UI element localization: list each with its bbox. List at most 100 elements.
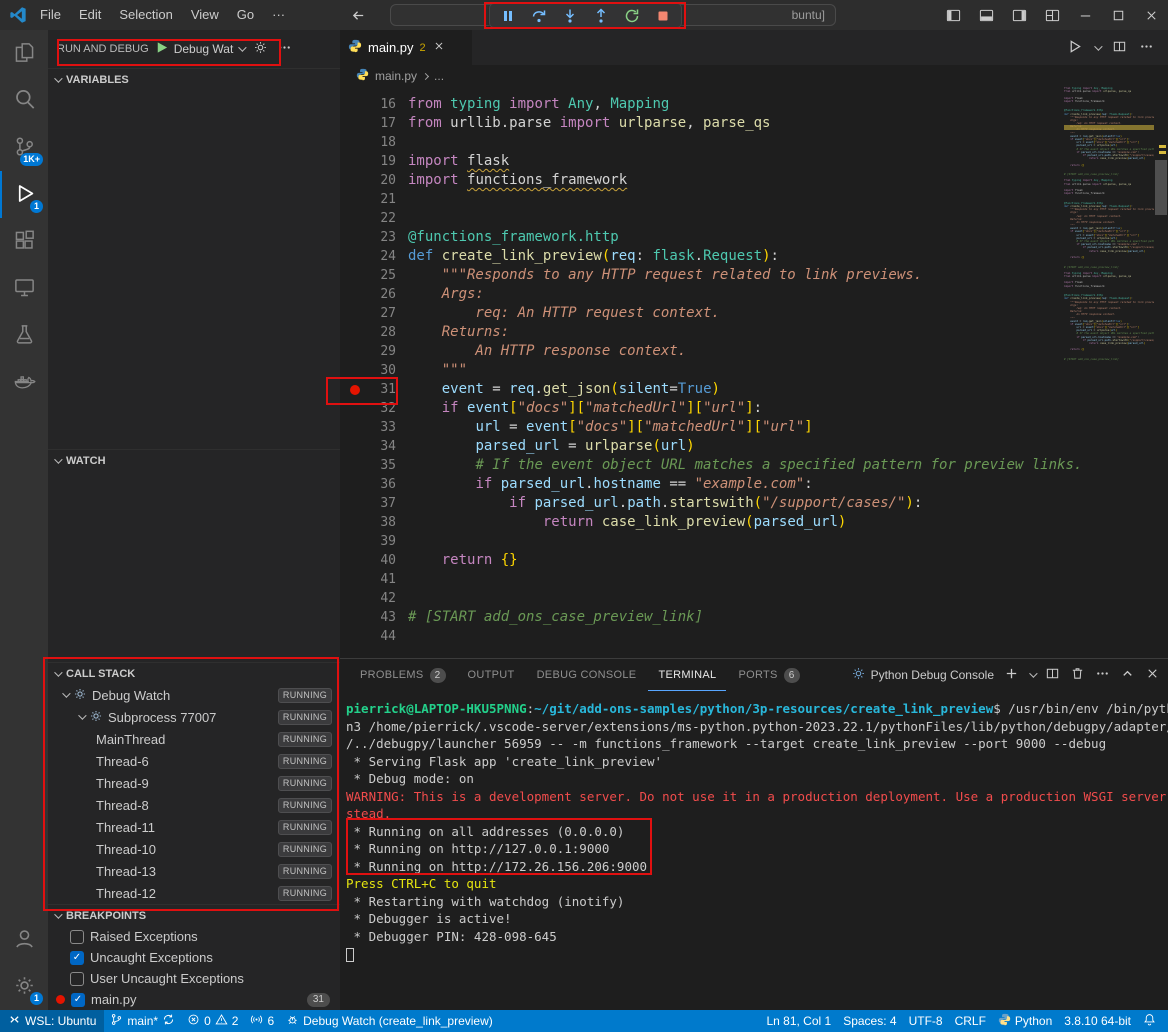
code-text[interactable]: @functions_framework.http bbox=[396, 228, 619, 247]
line-number[interactable]: 30 bbox=[340, 361, 396, 380]
code-text[interactable] bbox=[396, 133, 408, 152]
breakpoint-dot[interactable] bbox=[350, 385, 360, 395]
gutter[interactable]: 17 bbox=[340, 114, 396, 133]
panel-tab-output[interactable]: OUTPUT bbox=[458, 659, 525, 691]
menu-selection[interactable]: Selection bbox=[110, 0, 181, 30]
gutter[interactable]: 43 bbox=[340, 608, 396, 627]
breakpoint-item[interactable]: ✓Uncaught Exceptions bbox=[48, 947, 340, 968]
line-number[interactable]: 32 bbox=[340, 399, 396, 418]
gutter[interactable]: 33 bbox=[340, 418, 396, 437]
code-area[interactable]: 16from typing import Any, Mapping17from … bbox=[340, 87, 1168, 658]
call-stack-item[interactable]: Thread-12RUNNING bbox=[48, 882, 340, 904]
breadcrumb-file[interactable]: main.py bbox=[375, 69, 417, 83]
code-text[interactable]: if parsed_url.path.startswith("/support/… bbox=[396, 494, 922, 513]
toggle-panel-icon[interactable] bbox=[970, 0, 1003, 30]
activity-item-search[interactable] bbox=[0, 77, 48, 124]
call-stack-item[interactable]: Thread-10RUNNING bbox=[48, 838, 340, 860]
gutter[interactable]: 40 bbox=[340, 551, 396, 570]
call-stack-item[interactable]: Thread-9RUNNING bbox=[48, 772, 340, 794]
line-number[interactable]: 41 bbox=[340, 570, 396, 589]
menu-edit[interactable]: Edit bbox=[70, 0, 110, 30]
code-text[interactable]: import functions_framework bbox=[396, 171, 627, 190]
back-button[interactable] bbox=[342, 0, 375, 30]
menu-more[interactable]: ··· bbox=[263, 0, 294, 30]
section-breakpoints[interactable]: BREAKPOINTS bbox=[48, 904, 340, 926]
breakpoint-item[interactable]: Raised Exceptions bbox=[48, 926, 340, 947]
gutter[interactable]: 28 bbox=[340, 323, 396, 342]
gutter[interactable]: 34 bbox=[340, 437, 396, 456]
maximize-panel-icon[interactable] bbox=[1120, 666, 1135, 684]
line-number[interactable]: 29 bbox=[340, 342, 396, 361]
step-over-button[interactable] bbox=[524, 5, 554, 27]
gutter[interactable]: 27 bbox=[340, 304, 396, 323]
code-text[interactable] bbox=[396, 532, 408, 551]
call-stack-item[interactable]: Thread-13RUNNING bbox=[48, 860, 340, 882]
activity-item-docker[interactable] bbox=[0, 359, 48, 406]
gutter[interactable]: 36 bbox=[340, 475, 396, 494]
panel-tab-terminal[interactable]: TERMINAL bbox=[648, 659, 726, 691]
stop-button[interactable] bbox=[648, 5, 678, 27]
line-number[interactable]: 37 bbox=[340, 494, 396, 513]
terminal-output[interactable]: pierrick@LAPTOP-HKU5PNNG:~/git/add-ons-s… bbox=[340, 691, 1168, 1010]
line-number[interactable]: 33 bbox=[340, 418, 396, 437]
status-remote-indicator[interactable]: WSL: Ubuntu bbox=[0, 1010, 104, 1032]
breadcrumb[interactable]: main.py ... bbox=[340, 65, 1168, 87]
code-text[interactable]: req: An HTTP request context. bbox=[396, 304, 720, 323]
tab-main-py[interactable]: main.py 2 bbox=[340, 30, 472, 65]
code-text[interactable]: # [START add_ons_case_preview_link] bbox=[396, 608, 703, 627]
line-number[interactable]: 25 bbox=[340, 266, 396, 285]
line-number[interactable]: 24 bbox=[340, 247, 396, 266]
gutter[interactable]: 20 bbox=[340, 171, 396, 190]
gutter[interactable]: 22 bbox=[340, 209, 396, 228]
code-text[interactable]: import flask bbox=[396, 152, 509, 171]
maximize-button[interactable] bbox=[1102, 0, 1135, 30]
breakpoint-checkbox[interactable]: ✓ bbox=[71, 993, 85, 1007]
activity-item-remote-explorer[interactable] bbox=[0, 265, 48, 312]
breakpoint-item[interactable]: ✓main.py31 bbox=[48, 989, 340, 1010]
terminal-dropdown-icon[interactable] bbox=[1029, 669, 1037, 677]
gutter[interactable]: 31 bbox=[340, 380, 396, 399]
breakpoint-checkbox[interactable] bbox=[70, 930, 84, 944]
line-number[interactable]: 22 bbox=[340, 209, 396, 228]
code-text[interactable] bbox=[396, 589, 408, 608]
line-number[interactable]: 31 bbox=[340, 380, 396, 399]
status-notifications[interactable] bbox=[1137, 1010, 1162, 1032]
status-python-interpreter[interactable]: 3.8.10 64-bit bbox=[1058, 1010, 1137, 1032]
line-number[interactable]: 28 bbox=[340, 323, 396, 342]
code-text[interactable]: if parsed_url.hostname == "example.com": bbox=[396, 475, 813, 494]
breakpoint-checkbox[interactable] bbox=[70, 972, 84, 986]
line-number[interactable]: 34 bbox=[340, 437, 396, 456]
gutter[interactable]: 39 bbox=[340, 532, 396, 551]
activity-item-extensions[interactable] bbox=[0, 218, 48, 265]
minimize-button[interactable] bbox=[1069, 0, 1102, 30]
status-ports-forwarded[interactable]: 6 bbox=[244, 1010, 280, 1032]
restart-button[interactable] bbox=[617, 5, 647, 27]
status-language-mode[interactable]: Python bbox=[992, 1010, 1058, 1032]
toggle-secondary-sidebar-icon[interactable] bbox=[1003, 0, 1036, 30]
call-stack-item[interactable]: MainThreadRUNNING bbox=[48, 728, 340, 750]
line-number[interactable]: 43 bbox=[340, 608, 396, 627]
menu-file[interactable]: File bbox=[31, 0, 70, 30]
gutter[interactable]: 38 bbox=[340, 513, 396, 532]
call-stack-item[interactable]: Thread-6RUNNING bbox=[48, 750, 340, 772]
code-text[interactable]: """ bbox=[396, 361, 467, 380]
menu-go[interactable]: Go bbox=[228, 0, 263, 30]
line-number[interactable]: 16 bbox=[340, 95, 396, 114]
more-actions-icon[interactable] bbox=[277, 40, 292, 58]
line-number[interactable]: 42 bbox=[340, 589, 396, 608]
gutter[interactable]: 35 bbox=[340, 456, 396, 475]
code-text[interactable]: url = event["docs"]["matchedUrl"]["url"] bbox=[396, 418, 813, 437]
panel-tab-debug-console[interactable]: DEBUG CONSOLE bbox=[527, 659, 647, 691]
gutter[interactable]: 32 bbox=[340, 399, 396, 418]
gutter[interactable]: 18 bbox=[340, 133, 396, 152]
gutter[interactable]: 42 bbox=[340, 589, 396, 608]
code-text[interactable]: Returns: bbox=[396, 323, 509, 342]
code-text[interactable] bbox=[396, 570, 408, 589]
activity-item-explorer[interactable] bbox=[0, 30, 48, 77]
new-terminal-icon[interactable] bbox=[1004, 666, 1019, 684]
code-text[interactable] bbox=[396, 209, 408, 228]
gutter[interactable]: 44 bbox=[340, 627, 396, 646]
chevron-down-icon[interactable] bbox=[78, 711, 86, 719]
close-window-button[interactable] bbox=[1135, 0, 1168, 30]
line-number[interactable]: 17 bbox=[340, 114, 396, 133]
